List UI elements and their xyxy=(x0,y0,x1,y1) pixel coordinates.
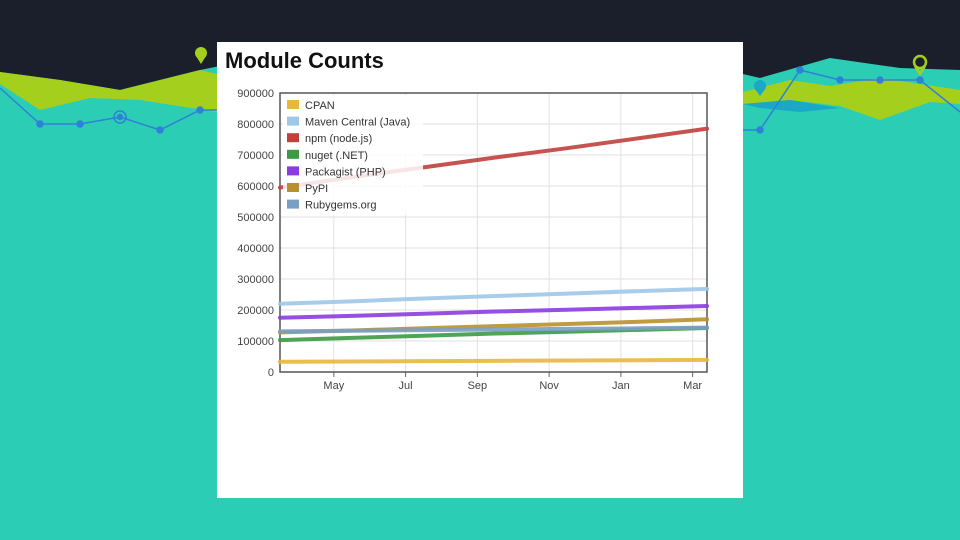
legend-swatch xyxy=(287,166,299,176)
y-tick-label: 800000 xyxy=(237,119,274,131)
x-tick-label: Sep xyxy=(468,380,488,392)
series-line-1 xyxy=(278,286,709,306)
legend-label: PyPI xyxy=(305,183,328,195)
legend-swatch xyxy=(287,116,299,126)
legend-swatch xyxy=(287,149,299,159)
x-tick-label: Mar xyxy=(683,380,702,392)
legend-swatch xyxy=(287,100,299,109)
chart-card: Module Counts 0 100000 200000 300000 400000 5… xyxy=(217,42,743,498)
legend-swatch xyxy=(287,183,299,192)
legend-label: Packagist (PHP) xyxy=(305,166,386,178)
legend-label: CPAN xyxy=(305,100,335,112)
y-tick-label: 300000 xyxy=(237,274,274,286)
legend-label: Maven Central (Java) xyxy=(305,117,410,129)
y-tick-label: 0 xyxy=(268,367,274,379)
x-tick-label: Jan xyxy=(612,380,630,392)
series-line-4 xyxy=(278,303,709,320)
legend-label: Rubygems.org xyxy=(305,200,377,212)
y-tick-label: 600000 xyxy=(237,181,274,193)
legend-label: npm (node.js) xyxy=(305,133,372,145)
y-tick-label: 500000 xyxy=(237,212,274,224)
legend-label: nuget (.NET) xyxy=(305,150,368,162)
x-tick-label: May xyxy=(323,380,344,392)
x-tick-label: Nov xyxy=(539,380,559,392)
y-tick-label: 200000 xyxy=(237,305,274,317)
legend-swatch xyxy=(287,199,299,209)
y-tick-label: 100000 xyxy=(237,336,274,348)
series-line-0 xyxy=(278,357,709,364)
y-tick-label: 700000 xyxy=(237,150,274,162)
y-tick-label: 400000 xyxy=(237,243,274,255)
y-tick-label: 900000 xyxy=(237,88,274,100)
x-tick-label: Jul xyxy=(399,380,413,392)
module-counts-chart: 0 100000 200000 300000 400000 500000 600000 700… xyxy=(237,88,709,392)
legend-swatch xyxy=(287,133,299,143)
